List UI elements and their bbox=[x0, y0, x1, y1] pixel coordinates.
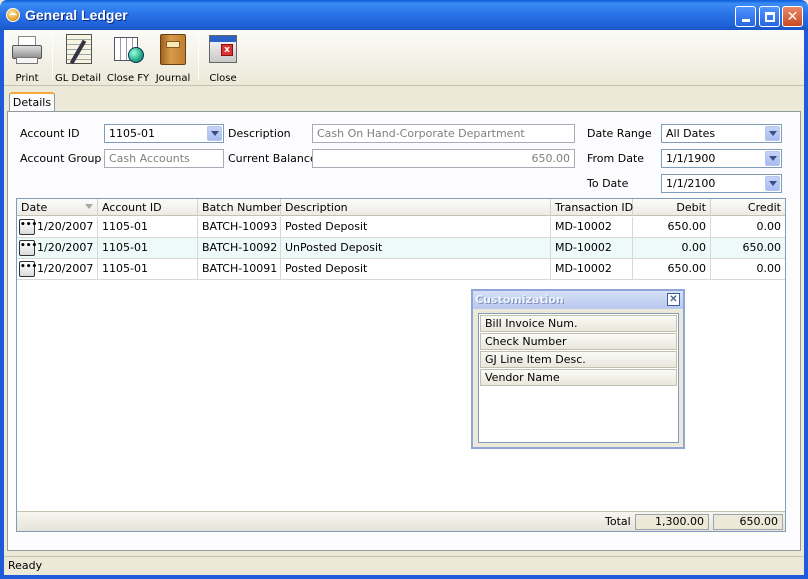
customization-close-button[interactable]: ✕ bbox=[667, 293, 680, 306]
sort-icon bbox=[85, 204, 93, 209]
account-group-label: Account Group bbox=[20, 152, 102, 165]
current-balance-label: Current Balance bbox=[228, 152, 317, 165]
cell-batch-number[interactable]: BATCH-10092 bbox=[198, 238, 281, 258]
to-date-label: To Date bbox=[587, 177, 629, 190]
cell-transaction-id[interactable]: MD-10002 bbox=[551, 238, 633, 258]
calendar-globe-icon bbox=[112, 33, 144, 65]
cell-date[interactable]: ••• 1/20/2007 bbox=[17, 259, 98, 279]
cell-debit[interactable]: 0.00 bbox=[633, 238, 711, 258]
close-window-button[interactable]: ✕ bbox=[782, 6, 803, 27]
print-button[interactable]: Print bbox=[8, 32, 46, 84]
cell-debit[interactable]: 650.00 bbox=[633, 217, 711, 237]
gl-detail-button[interactable]: GL Detail bbox=[55, 32, 101, 84]
to-date-value: 1/1/2100 bbox=[666, 177, 716, 190]
customization-field-list[interactable]: Bill Invoice Num. Check Number GJ Line I… bbox=[478, 313, 679, 443]
description-field[interactable]: Cash On Hand-Corporate Department bbox=[312, 124, 575, 143]
window-title: General Ledger bbox=[25, 7, 128, 23]
maximize-button[interactable] bbox=[759, 6, 780, 27]
customization-title: Customization bbox=[475, 293, 564, 306]
cell-description[interactable]: Posted Deposit bbox=[281, 217, 551, 237]
current-balance-field[interactable]: 650.00 bbox=[312, 149, 575, 168]
table-row[interactable]: ••• 1/20/2007 1105-01 BATCH-10091 Posted … bbox=[17, 259, 785, 280]
customization-window[interactable]: Customization ✕ Bill Invoice Num. Check … bbox=[471, 289, 685, 449]
cell-account-id[interactable]: 1105-01 bbox=[98, 217, 198, 237]
to-date-picker[interactable]: 1/1/2100 bbox=[661, 174, 782, 193]
close-icon: ✕ bbox=[669, 294, 678, 305]
journal-book-icon bbox=[157, 33, 189, 65]
printer-icon bbox=[11, 33, 43, 65]
title-bar[interactable]: General Ledger ✕ bbox=[0, 0, 808, 30]
ellipsis-button[interactable]: ••• bbox=[19, 219, 37, 235]
list-item[interactable]: Check Number bbox=[480, 333, 677, 350]
list-item[interactable]: Bill Invoice Num. bbox=[480, 315, 677, 332]
cell-account-id[interactable]: 1105-01 bbox=[98, 238, 198, 258]
cell-date[interactable]: ••• 1/20/2007 bbox=[17, 217, 98, 237]
grid-header: Date Account ID Batch Number Description… bbox=[17, 199, 785, 216]
ledger-icon bbox=[62, 33, 94, 65]
status-bar: Ready bbox=[4, 556, 804, 575]
from-date-label: From Date bbox=[587, 152, 645, 165]
cell-date[interactable]: ••• 1/20/2007 bbox=[17, 238, 98, 258]
close-button[interactable]: x Close bbox=[206, 32, 240, 84]
minimize-icon bbox=[741, 19, 750, 22]
close-fy-button[interactable]: Close FY bbox=[105, 32, 151, 84]
list-item[interactable]: GJ Line Item Desc. bbox=[480, 351, 677, 368]
chevron-down-icon[interactable] bbox=[765, 126, 780, 141]
cell-batch-number[interactable]: BATCH-10093 bbox=[198, 217, 281, 237]
account-id-value: 1105-01 bbox=[109, 127, 155, 140]
list-item[interactable]: Vendor Name bbox=[480, 369, 677, 386]
chevron-down-icon[interactable] bbox=[765, 151, 780, 166]
close-icon: ✕ bbox=[786, 8, 799, 25]
table-row[interactable]: ••• 1/20/2007 1105-01 BATCH-10093 Posted … bbox=[17, 217, 785, 238]
chevron-down-icon[interactable] bbox=[207, 126, 222, 141]
cell-transaction-id[interactable]: MD-10002 bbox=[551, 259, 633, 279]
account-id-combo[interactable]: 1105-01 bbox=[104, 124, 224, 143]
cell-batch-number[interactable]: BATCH-10091 bbox=[198, 259, 281, 279]
col-header-debit[interactable]: Debit bbox=[633, 199, 711, 216]
app-logo-icon[interactable] bbox=[6, 8, 20, 22]
date-range-value: All Dates bbox=[666, 127, 716, 140]
minimize-button[interactable] bbox=[735, 6, 756, 27]
ellipsis-button[interactable]: ••• bbox=[19, 240, 37, 256]
grid-footer: Total 1,300.00 650.00 bbox=[17, 511, 785, 531]
from-date-picker[interactable]: 1/1/1900 bbox=[661, 149, 782, 168]
maximize-icon bbox=[764, 11, 775, 22]
ellipsis-button[interactable]: ••• bbox=[19, 261, 37, 277]
cell-credit[interactable]: 0.00 bbox=[711, 259, 785, 279]
table-row[interactable]: ••• 1/20/2007 1105-01 BATCH-10092 UnPoste… bbox=[17, 238, 785, 259]
total-label: Total bbox=[605, 515, 631, 528]
col-header-batch-number[interactable]: Batch Number bbox=[198, 199, 281, 216]
customization-title-bar[interactable]: Customization ✕ bbox=[473, 291, 683, 309]
tab-details[interactable]: Details bbox=[9, 92, 55, 112]
cell-debit[interactable]: 650.00 bbox=[633, 259, 711, 279]
cell-account-id[interactable]: 1105-01 bbox=[98, 259, 198, 279]
total-debit: 1,300.00 bbox=[635, 514, 709, 530]
cell-transaction-id[interactable]: MD-10002 bbox=[551, 217, 633, 237]
account-id-label: Account ID bbox=[20, 127, 80, 140]
status-text: Ready bbox=[8, 559, 43, 572]
from-date-value: 1/1/1900 bbox=[666, 152, 716, 165]
col-header-transaction-id[interactable]: Transaction ID bbox=[551, 199, 633, 216]
date-range-label: Date Range bbox=[587, 127, 652, 140]
col-header-account-id[interactable]: Account ID bbox=[98, 199, 198, 216]
account-group-field[interactable]: Cash Accounts bbox=[104, 149, 224, 168]
toolbar: Print GL Detail Close FY Journal x Close bbox=[4, 30, 804, 86]
col-header-credit[interactable]: Credit bbox=[711, 199, 785, 216]
cell-description[interactable]: Posted Deposit bbox=[281, 259, 551, 279]
chevron-down-icon[interactable] bbox=[765, 176, 780, 191]
date-range-combo[interactable]: All Dates bbox=[661, 124, 782, 143]
cell-credit[interactable]: 0.00 bbox=[711, 217, 785, 237]
total-credit: 650.00 bbox=[713, 514, 783, 530]
description-label: Description bbox=[228, 127, 291, 140]
col-header-date[interactable]: Date bbox=[17, 199, 98, 216]
journal-button[interactable]: Journal bbox=[155, 32, 191, 84]
close-form-icon: x bbox=[207, 33, 239, 65]
col-header-description[interactable]: Description bbox=[281, 199, 551, 216]
cell-credit[interactable]: 650.00 bbox=[711, 238, 785, 258]
cell-description[interactable]: UnPosted Deposit bbox=[281, 238, 551, 258]
